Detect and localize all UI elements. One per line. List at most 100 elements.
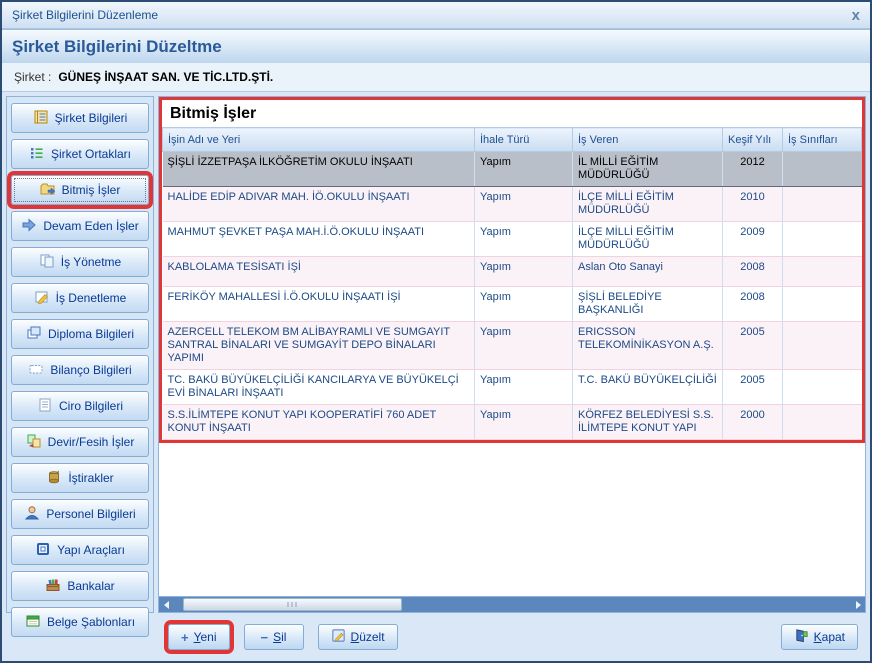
cell-job-class <box>783 222 862 257</box>
table-row[interactable]: HALİDE EDİP ADIVAR MAH. İÖ.OKULU İNŞAATI… <box>163 187 862 222</box>
cell-tender-type: Yapım <box>475 405 573 440</box>
column-header-employer[interactable]: İş Veren <box>573 128 723 152</box>
document-lines-icon <box>37 397 53 416</box>
sidebar-item-bitmis-isler[interactable]: Bitmiş İşler <box>11 175 149 205</box>
footer-bar: + Yeni − Sil Düzelt Kapat <box>2 617 870 661</box>
delete-button[interactable]: − Sil <box>244 624 304 650</box>
sidebar-item-label: Şirket Ortakları <box>51 147 131 161</box>
cell-employer: KÖRFEZ BELEDİYESİ S.S. İLİMTEPE KONUT YA… <box>573 405 723 440</box>
sidebar-item-is-denetleme[interactable]: İş Denetleme <box>11 283 149 313</box>
new-button-label: Yeni <box>194 630 217 644</box>
person-icon <box>24 505 40 524</box>
delete-button-label: Sil <box>273 630 286 644</box>
plus-icon: + <box>181 630 189 645</box>
cell-job-class <box>783 257 862 287</box>
edit-note-icon <box>331 628 346 646</box>
scrollbar-track[interactable] <box>173 597 851 612</box>
cell-survey-year: 2005 <box>723 370 783 405</box>
table-row[interactable]: AZERCELL TELEKOM BM ALİBAYRAMLI VE SUMGA… <box>163 322 862 370</box>
sidebar-item-ciro-bilgileri[interactable]: Ciro Bilgileri <box>11 391 149 421</box>
table-row[interactable]: S.S.İLİMTEPE KONUT YAPI KOOPERATİFİ 760 … <box>163 405 862 440</box>
column-header-name[interactable]: İşin Adı ve Yeri <box>163 128 475 152</box>
stacked-windows-icon <box>26 325 42 344</box>
sidebar-item-sirket-ortaklari[interactable]: Şirket Ortakları <box>11 139 149 169</box>
sidebar-item-label: Devir/Fesih İşler <box>48 435 135 449</box>
cell-job-class <box>783 287 862 322</box>
sidebar-item-bankalar[interactable]: Bankalar <box>11 571 149 601</box>
table-row[interactable]: TC. BAKÜ BÜYÜKELÇİLİĞİ KANCILARYA VE BÜY… <box>163 370 862 405</box>
edit-button-label: Düzelt <box>351 630 385 644</box>
sidebar-item-yapi-araclari[interactable]: Yapı Araçları <box>11 535 149 565</box>
scrollbar-thumb[interactable] <box>183 598 402 611</box>
cell-work-name: HALİDE EDİP ADIVAR MAH. İÖ.OKULU İNŞAATI <box>163 187 475 222</box>
minus-icon: − <box>261 630 269 645</box>
cell-employer: İL MİLLİ EĞİTİM MÜDÜRLÜĞÜ <box>573 152 723 187</box>
company-row: Şirket : GÜNEŞ İNŞAAT SAN. VE TİC.LTD.ŞT… <box>2 63 870 92</box>
sidebar-item-label: İş Denetleme <box>56 291 127 305</box>
cell-job-class <box>783 370 862 405</box>
column-header-tender-type[interactable]: İhale Türü <box>475 128 573 152</box>
arrow-right-icon <box>21 217 37 236</box>
notebook-icon <box>33 109 49 128</box>
sidebar-item-label: İş Yönetme <box>61 255 121 269</box>
scroll-left-arrow-icon[interactable] <box>159 597 173 612</box>
table-row[interactable]: FERİKÖY MAHALLESİ İ.Ö.OKULU İNŞAATI İŞİ … <box>163 287 862 322</box>
sidebar-item-is-yonetme[interactable]: İş Yönetme <box>11 247 149 277</box>
window-title: Şirket Bilgilerini Düzenleme <box>12 8 158 22</box>
horizontal-scrollbar[interactable] <box>159 596 865 612</box>
cell-tender-type: Yapım <box>475 322 573 370</box>
sidebar-item-label: Personel Bilgileri <box>46 507 135 521</box>
sidebar: Şirket Bilgileri Şirket Ortakları Bitmiş… <box>6 96 154 613</box>
card-box-icon <box>45 577 61 596</box>
cell-tender-type: Yapım <box>475 287 573 322</box>
column-header-job-classes[interactable]: İş Sınıfları <box>783 128 862 152</box>
column-header-survey-year[interactable]: Keşif Yılı <box>723 128 783 152</box>
cell-survey-year: 2009 <box>723 222 783 257</box>
main-panel: Bitmiş İşler İşin Adı ve Yeri İhale Türü… <box>158 96 866 613</box>
scroll-right-arrow-icon[interactable] <box>851 597 865 612</box>
close-button[interactable]: Kapat <box>781 624 858 650</box>
cell-survey-year: 2005 <box>723 322 783 370</box>
new-button[interactable]: + Yeni <box>168 624 230 650</box>
sidebar-item-label: Ciro Bilgileri <box>59 399 123 413</box>
scrollbar-grip-icon <box>288 602 297 607</box>
cell-tender-type: Yapım <box>475 187 573 222</box>
transfer-icon <box>26 433 42 452</box>
cell-survey-year: 2008 <box>723 257 783 287</box>
cell-job-class <box>783 322 862 370</box>
cell-work-name: AZERCELL TELEKOM BM ALİBAYRAMLI VE SUMGA… <box>163 322 475 370</box>
close-button-label: Kapat <box>814 630 845 644</box>
sidebar-item-diploma-bilgileri[interactable]: Diploma Bilgileri <box>11 319 149 349</box>
sidebar-item-istirakler[interactable]: İştirakler <box>11 463 149 493</box>
sidebar-item-label: Şirket Bilgileri <box>55 111 128 125</box>
sidebar-item-label: Bitmiş İşler <box>62 183 121 197</box>
table-row[interactable]: MAHMUT ŞEVKET PAŞA MAH.İ.Ö.OKULU İNŞAATI… <box>163 222 862 257</box>
completed-works-table: İşin Adı ve Yeri İhale Türü İş Veren Keş… <box>162 127 862 440</box>
cell-work-name: KABLOLAMA TESİSATI İŞİ <box>163 257 475 287</box>
sidebar-item-sirket-bilgileri[interactable]: Şirket Bilgileri <box>11 103 149 133</box>
cell-job-class <box>783 405 862 440</box>
page-title: Şirket Bilgilerini Düzeltme <box>12 37 222 57</box>
sidebar-item-personel-bilgileri[interactable]: Personel Bilgileri <box>11 499 149 529</box>
table-row[interactable]: KABLOLAMA TESİSATI İŞİ Yapım Aslan Oto S… <box>163 257 862 287</box>
edit-button[interactable]: Düzelt <box>318 624 398 650</box>
window-icon <box>35 541 51 560</box>
dialog-window: Şirket Bilgilerini Düzenleme x Şirket Bi… <box>0 0 872 663</box>
completed-works-region: Bitmiş İşler İşin Adı ve Yeri İhale Türü… <box>159 97 865 443</box>
sidebar-item-label: Bankalar <box>67 579 114 593</box>
cell-employer: Aslan Oto Sanayi <box>573 257 723 287</box>
cell-survey-year: 2010 <box>723 187 783 222</box>
cell-work-name: FERİKÖY MAHALLESİ İ.Ö.OKULU İNŞAATI İŞİ <box>163 287 475 322</box>
sidebar-item-devir-fesih-isler[interactable]: Devir/Fesih İşler <box>11 427 149 457</box>
sidebar-item-label: Bilanço Bilgileri <box>50 363 131 377</box>
close-icon[interactable]: x <box>852 8 860 23</box>
cell-work-name: ŞİŞLİ İZZETPAŞA İLKÖĞRETİM OKULU İNŞAATI <box>163 152 475 187</box>
company-label: Şirket : <box>14 70 51 84</box>
dialog-body: Şirket Bilgileri Şirket Ortakları Bitmiş… <box>2 92 870 617</box>
sidebar-item-bilanco-bilgileri[interactable]: Bilanço Bilgileri <box>11 355 149 385</box>
copy-pages-icon <box>39 253 55 272</box>
cell-work-name: TC. BAKÜ BÜYÜKELÇİLİĞİ KANCILARYA VE BÜY… <box>163 370 475 405</box>
table-row[interactable]: ŞİŞLİ İZZETPAŞA İLKÖĞRETİM OKULU İNŞAATI… <box>163 152 862 187</box>
sidebar-item-devam-eden-isler[interactable]: Devam Eden İşler <box>11 211 149 241</box>
cell-tender-type: Yapım <box>475 152 573 187</box>
